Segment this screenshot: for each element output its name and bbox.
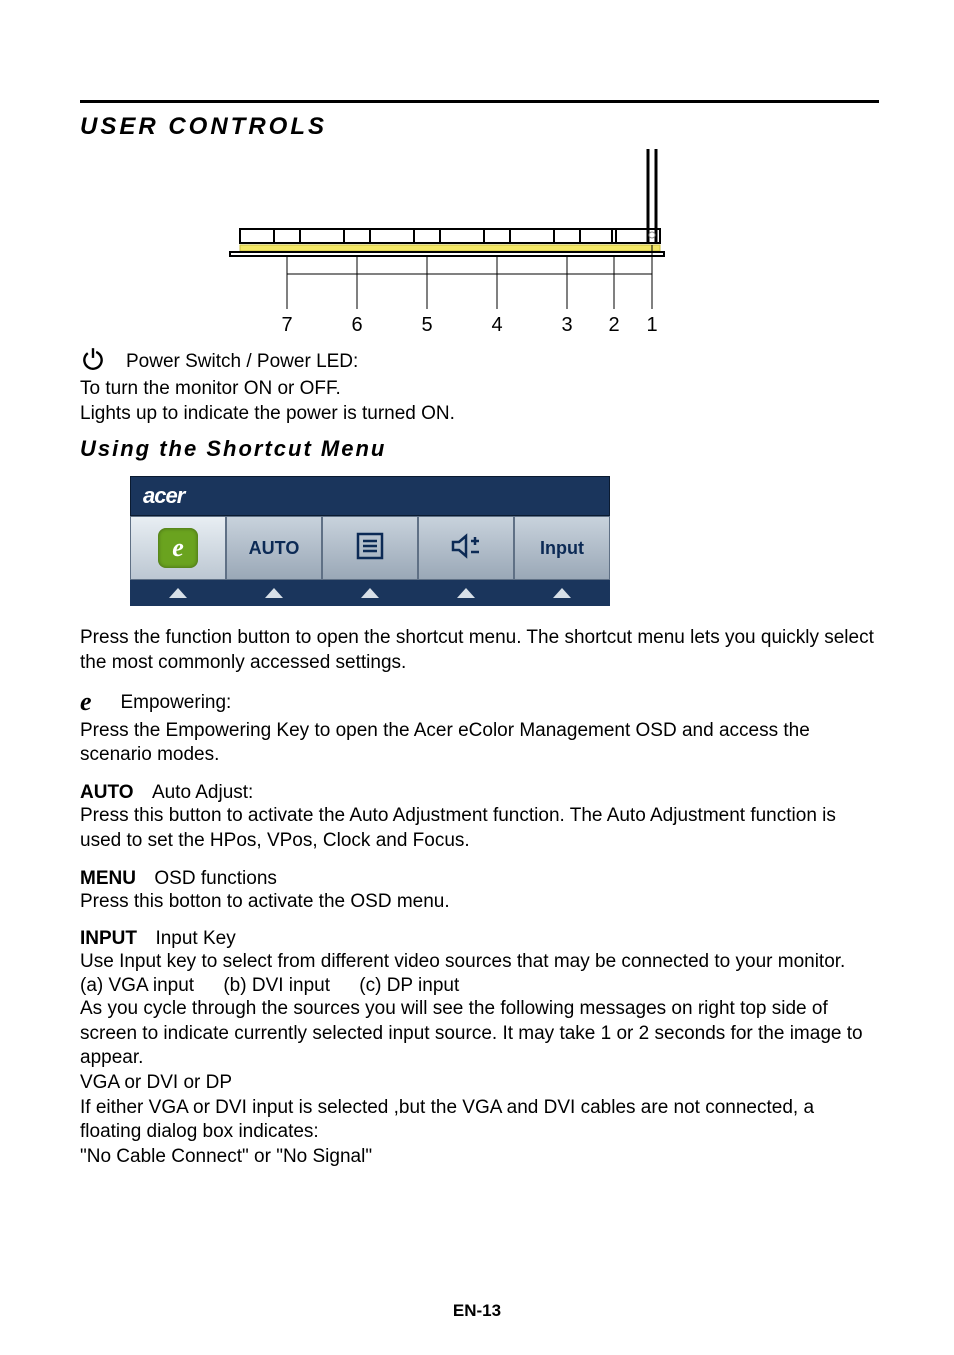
- osd-btn-auto: AUTO: [226, 516, 322, 580]
- auto-heading: Auto Adjust:: [152, 782, 253, 803]
- input-body5: "No Cable Connect" or "No Signal": [80, 1145, 879, 1170]
- empowering-heading: Empowering:: [120, 692, 231, 713]
- empowering-body: Press the Empowering Key to open the Ace…: [80, 719, 879, 768]
- empowering-e-icon-inline: e: [80, 690, 106, 719]
- svg-text:e: e: [80, 690, 92, 714]
- input-option-b: (b) DVI input: [223, 975, 330, 997]
- osd-arrow: [322, 580, 418, 606]
- osd-figure: acer e AUTO: [130, 476, 610, 606]
- input-body4: If either VGA or DVI input is selected ,…: [80, 1096, 879, 1145]
- empowering-e-icon: e: [158, 528, 198, 568]
- menu-list-icon: [355, 531, 385, 566]
- osd-arrow: [514, 580, 610, 606]
- diagram-label-6: 6: [351, 314, 362, 336]
- input-option-a: (a) VGA input: [80, 975, 194, 997]
- diagram-label-4: 4: [491, 314, 502, 336]
- diagram-label-5: 5: [421, 314, 432, 336]
- controls-diagram: 7 6 5 4 3 2 1: [160, 149, 690, 344]
- osd-btn-input: Input: [514, 516, 610, 580]
- diagram-label-3: 3: [561, 314, 572, 336]
- menu-body: Press this botton to activate the OSD me…: [80, 890, 879, 915]
- diagram-label-7: 7: [281, 314, 292, 336]
- osd-arrow: [418, 580, 514, 606]
- diagram-label-1: 1: [646, 314, 657, 336]
- input-body2: As you cycle through the sources you wil…: [80, 997, 879, 1071]
- input-body3: VGA or DVI or DP: [80, 1071, 879, 1096]
- volume-icon: [449, 531, 483, 566]
- power-icon: [80, 346, 106, 377]
- power-heading: Power Switch / Power LED:: [126, 351, 358, 373]
- section-title: USER CONTROLS: [80, 113, 879, 141]
- menu-heading: OSD functions: [154, 868, 277, 889]
- osd-btn-menu: [322, 516, 418, 580]
- input-options: (a) VGA input (b) DVI input (c) DP input: [80, 975, 879, 997]
- osd-logo: acer: [143, 483, 184, 509]
- menu-prefix: MENU: [80, 868, 136, 889]
- osd-btn-volume: [418, 516, 514, 580]
- subsection-title: Using the Shortcut Menu: [80, 436, 879, 462]
- input-body1: Use Input key to select from different v…: [80, 950, 879, 975]
- osd-arrow: [130, 580, 226, 606]
- shortcut-intro: Press the function button to open the sh…: [80, 626, 879, 675]
- input-heading: Input Key: [155, 928, 235, 949]
- power-line1: To turn the monitor ON or OFF.: [80, 377, 879, 402]
- auto-prefix: AUTO: [80, 782, 133, 803]
- input-option-c: (c) DP input: [359, 975, 459, 997]
- auto-body: Press this button to activate the Auto A…: [80, 804, 879, 853]
- power-line2: Lights up to indicate the power is turne…: [80, 402, 879, 427]
- diagram-label-2: 2: [608, 314, 619, 336]
- input-prefix: INPUT: [80, 928, 137, 949]
- osd-btn-empowering: e: [130, 516, 226, 580]
- horizontal-rule: [80, 100, 879, 103]
- osd-arrow: [226, 580, 322, 606]
- page-number: EN-13: [0, 1301, 954, 1321]
